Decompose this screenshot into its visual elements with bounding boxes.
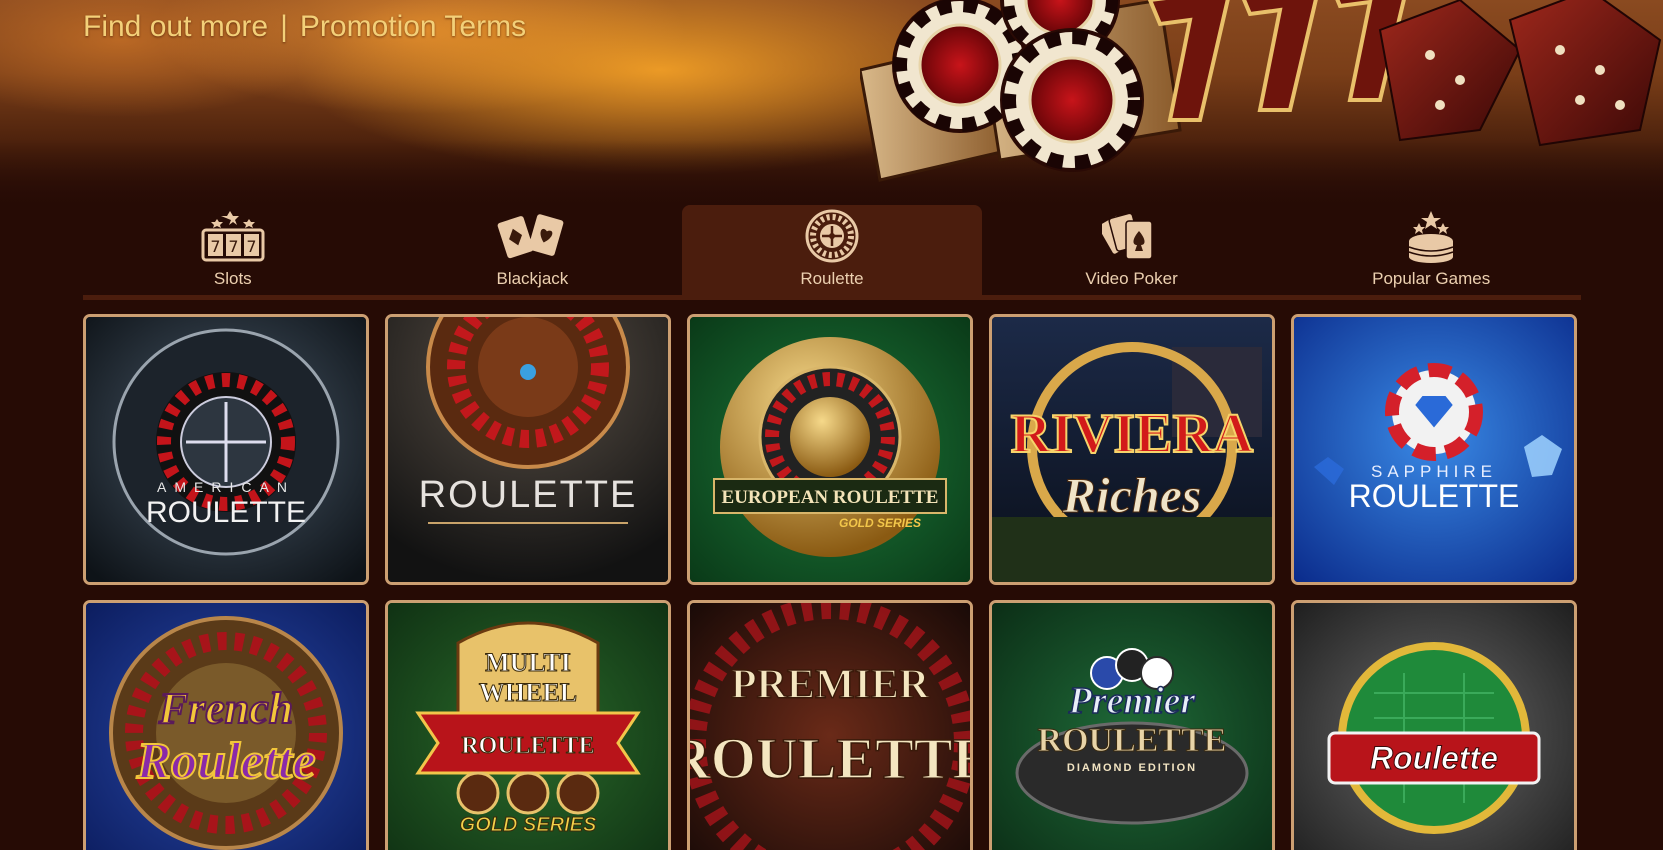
game-title: ROULETTE [146, 496, 306, 529]
game-thumbnail: AMERICAN ROULETTE [86, 317, 366, 582]
game-thumbnail: Roulette [1294, 603, 1574, 850]
game-thumbnail: RIVIERA Riches [992, 317, 1272, 582]
game-tile-premier-roulette-diamond[interactable]: Premier ROULETTE DIAMOND EDITION [989, 600, 1275, 850]
tab-slots[interactable]: 7 7 7 Slots [83, 205, 383, 295]
game-title: ROULETTE [419, 474, 638, 516]
tab-video-poker[interactable]: Video Poker [982, 205, 1282, 295]
chip-stack-star-icon [1396, 209, 1466, 263]
game-title: Premier [1068, 680, 1197, 722]
game-thumbnail: Premier ROULETTE DIAMOND EDITION [992, 603, 1272, 850]
game-grid: AMERICAN ROULETTE ROULETTE EUROPEAN ROUL… [83, 314, 1577, 850]
game-tile-european-roulette-gold[interactable]: EUROPEAN ROULETTE GOLD SERIES [687, 314, 973, 585]
game-thumbnail: SAPPHIRE ROULETTE [1294, 317, 1574, 582]
game-title: MULTI [485, 648, 571, 677]
link-separator: | [280, 10, 288, 43]
game-thumbnail: EUROPEAN ROULETTE GOLD SERIES [690, 317, 970, 582]
promotion-terms-link[interactable]: Promotion Terms [300, 10, 526, 44]
game-subtitle: GOLD SERIES [460, 814, 597, 836]
game-title: RIVIERA [1011, 403, 1254, 465]
game-title: French [158, 684, 293, 733]
tab-roulette[interactable]: Roulette [682, 205, 982, 295]
game-tile-riviera-riches[interactable]: RIVIERA Riches [989, 314, 1275, 585]
slots-777-icon: 7 7 7 [198, 209, 268, 263]
game-subtitle: ROULETTE [1038, 722, 1227, 759]
game-thumbnail: ROULETTE [388, 317, 668, 582]
game-tile-roulette-table[interactable]: Roulette [1291, 600, 1577, 850]
game-category-tabs: 7 7 7 Slots Blackjack Roulette Video Pok… [83, 205, 1581, 295]
tab-popular-games[interactable]: Popular Games [1281, 205, 1581, 295]
game-thumbnail: PREMIER ROULETTE [690, 603, 970, 850]
game-title: PREMIER [731, 662, 930, 708]
game-title: Roulette [1370, 740, 1498, 776]
tab-underline [83, 295, 1581, 300]
svg-text:7: 7 [210, 237, 220, 256]
game-tile-french-roulette[interactable]: French Roulette [83, 600, 369, 850]
game-subtitle: Roulette [135, 733, 315, 790]
game-title: ROULETTE [461, 733, 594, 759]
game-thumbnail: French Roulette [86, 603, 366, 850]
tab-label: Roulette [800, 269, 864, 288]
game-tile-roulette-classic[interactable]: ROULETTE [385, 314, 671, 585]
tab-label: Blackjack [496, 269, 569, 288]
game-tile-american-roulette[interactable]: AMERICAN ROULETTE [83, 314, 369, 585]
game-title: AMERICAN [157, 479, 295, 495]
game-title: WHEEL [479, 678, 577, 707]
svg-text:7: 7 [228, 237, 238, 256]
playing-cards-icon [497, 209, 567, 263]
svg-text:7: 7 [246, 237, 256, 256]
tab-label: Slots [213, 269, 252, 288]
game-tile-premier-roulette[interactable]: PREMIER ROULETTE [687, 600, 973, 850]
game-tile-sapphire-roulette[interactable]: SAPPHIRE ROULETTE [1291, 314, 1577, 585]
game-edition: DIAMOND EDITION [1067, 762, 1197, 774]
promo-banner: Find out more | Promotion Terms [0, 0, 1663, 210]
game-subtitle: GOLD SERIES [839, 516, 921, 530]
game-subtitle: Riches [1062, 467, 1202, 523]
game-subtitle: ROULETTE [690, 726, 970, 791]
game-thumbnail: MULTI WHEEL ROULETTE GOLD SERIES [388, 603, 668, 850]
tab-blackjack[interactable]: Blackjack [383, 205, 683, 295]
casino-chips-dice-art [860, 0, 1662, 182]
tab-label: Video Poker [1085, 269, 1178, 288]
tab-label: Popular Games [1372, 269, 1491, 288]
game-subtitle: ROULETTE [1349, 478, 1520, 514]
find-out-more-link[interactable]: Find out more [83, 10, 268, 44]
promo-links: Find out more | Promotion Terms [83, 10, 526, 44]
roulette-wheel-icon [797, 209, 867, 263]
game-title: EUROPEAN ROULETTE [722, 487, 939, 508]
card-fan-icon [1097, 209, 1167, 263]
game-tile-multi-wheel-roulette[interactable]: MULTI WHEEL ROULETTE GOLD SERIES [385, 600, 671, 850]
